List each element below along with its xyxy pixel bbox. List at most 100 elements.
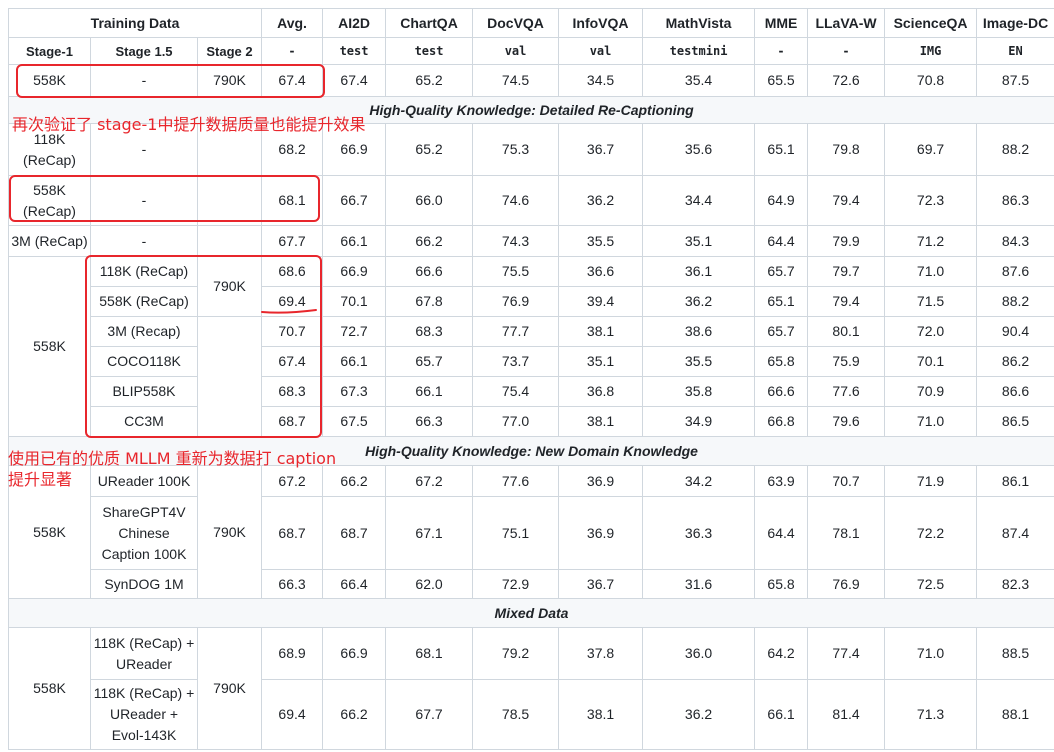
value-cell: 66.1 [754,679,809,750]
value-cell: 84.3 [976,225,1054,257]
metric-header: Avg. [261,8,324,38]
value-cell: 72.6 [807,64,886,97]
value-cell: 73.7 [472,346,560,377]
value-cell: 88.2 [976,123,1054,176]
stage2-cell [196,316,263,437]
value-cell: 66.6 [754,376,809,407]
value-cell: 77.4 [807,627,886,680]
value-cell: 86.6 [976,376,1054,407]
value-cell: 35.5 [642,346,756,377]
stage2-cell [196,225,263,257]
value-cell: 37.8 [558,627,644,680]
value-cell: 68.3 [261,376,324,407]
metric-header: LLaVA-W [807,8,886,38]
value-cell: 75.1 [472,496,560,570]
value-cell: 86.5 [976,406,1054,437]
value-cell: 68.7 [261,406,324,437]
value-cell: 87.6 [976,256,1054,287]
value-cell: 80.1 [807,316,886,347]
header-row: Training Data Avg. AI2D ChartQA DocVQA I… [7,8,1054,38]
metric-header: InfoVQA [558,8,644,38]
table-row: BLIP558K 68.3 67.3 66.1 75.4 36.8 35.8 6… [9,376,1054,407]
value-cell: 67.2 [385,465,474,497]
value-cell: 38.6 [642,316,756,347]
value-cell: 72.5 [884,569,978,599]
stage15-cell: - [90,64,198,97]
value-cell: 76.9 [472,286,560,317]
value-cell: 78.1 [807,496,886,570]
value-cell: 65.1 [754,286,809,317]
value-cell: 76.9 [807,569,886,599]
value-cell: 66.1 [322,225,387,257]
value-cell: 88.2 [976,286,1054,317]
value-cell: 66.2 [385,225,474,257]
value-cell: 65.7 [754,256,809,287]
metric-header: MathVista [642,8,756,38]
value-cell: 36.9 [558,496,644,570]
value-cell: 67.8 [385,286,474,317]
stage1-cell: 558K [8,64,91,97]
metric-header: Image-DC [976,8,1054,38]
stage2-cell: 790K [196,465,263,599]
value-cell: 69.4 [261,679,324,750]
value-cell: 66.0 [385,175,474,226]
split-header: - [807,37,886,65]
value-cell: 65.1 [754,123,809,176]
value-cell: 34.4 [642,175,756,226]
value-cell: 75.3 [472,123,560,176]
value-cell: 65.2 [385,64,474,97]
value-cell: 77.6 [807,376,886,407]
annotation-note-1: 再次验证了 stage-1中提升数据质量也能提升效果 [12,115,366,134]
value-cell: 31.6 [642,569,756,599]
value-cell: 63.9 [754,465,809,497]
value-cell: 77.6 [472,465,560,497]
annotation-note-2-line-1: 使用已有的优质 MLLM 重新为数据打 caption [8,449,337,468]
value-cell: 81.4 [807,679,886,750]
split-header: test [322,37,387,65]
value-cell: 71.9 [884,465,978,497]
value-cell: 90.4 [976,316,1054,347]
split-header: val [472,37,560,65]
value-cell: 35.8 [642,376,756,407]
section-title: Mixed Data [7,598,1054,628]
value-cell: 77.7 [472,316,560,347]
value-cell: 68.1 [385,627,474,680]
value-cell: 35.5 [558,225,644,257]
value-cell: 87.5 [976,64,1054,97]
stage15-cell: SynDOG 1M [90,569,198,599]
value-cell: 66.1 [322,346,387,377]
value-cell: 65.7 [385,346,474,377]
value-cell: 36.9 [558,465,644,497]
value-cell: 35.1 [642,225,756,257]
value-cell: 70.1 [322,286,387,317]
value-cell: 67.4 [261,64,324,97]
value-cell: 75.5 [472,256,560,287]
value-cell: 68.7 [261,496,324,570]
value-cell: 79.4 [807,175,886,226]
value-cell: 66.3 [261,569,324,599]
stage15-cell: 3M (Recap) [90,316,198,347]
value-cell: 74.5 [472,64,560,97]
stage15-cell: BLIP558K [90,376,198,407]
stage2-cell: 790K [196,627,263,750]
value-cell: 36.1 [642,256,756,287]
value-cell: 66.2 [322,679,387,750]
stage-header: Stage 1.5 [90,37,198,65]
value-cell: 86.3 [976,175,1054,226]
value-cell: 65.5 [754,64,809,97]
value-cell: 78.5 [472,679,560,750]
value-cell: 86.1 [976,465,1054,497]
annotation-note-2-line-2: 提升显著 [8,470,73,489]
stage-header: Stage-1 [8,37,91,65]
value-cell: 67.7 [385,679,474,750]
stage15-cell: CC3M [90,406,198,437]
value-cell: 75.4 [472,376,560,407]
value-cell: 72.7 [322,316,387,347]
value-cell: 69.7 [884,123,978,176]
value-cell: 79.2 [472,627,560,680]
stage1-cell: 558K (ReCap) [8,175,91,226]
value-cell: 68.9 [261,627,324,680]
value-cell: 82.3 [976,569,1054,599]
value-cell: 36.7 [558,123,644,176]
value-cell: 39.4 [558,286,644,317]
